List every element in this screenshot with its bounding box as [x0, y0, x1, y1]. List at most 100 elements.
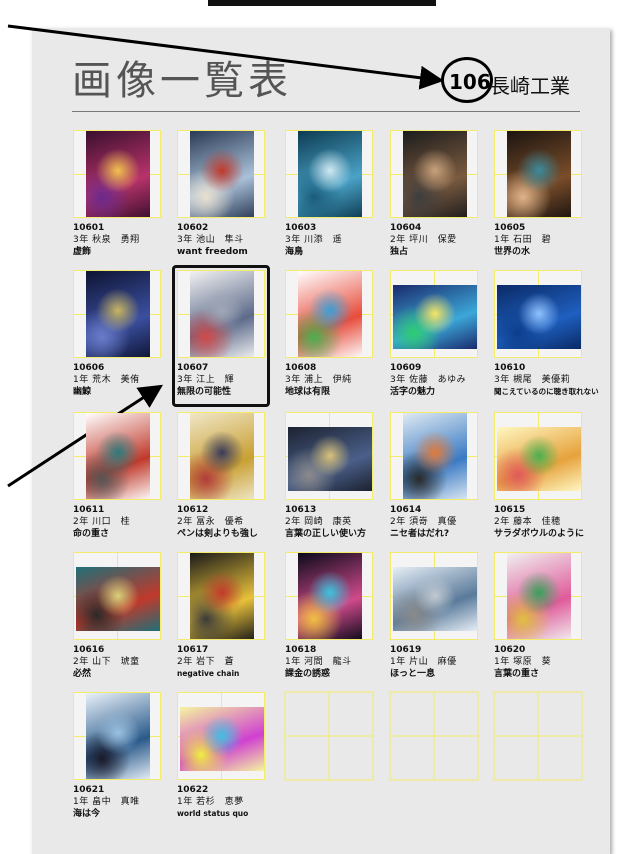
artwork-title: want freedom [177, 247, 248, 257]
student-name: 2年 岡崎 康英 [285, 517, 352, 527]
artwork-image [288, 427, 372, 491]
school-name: 長崎工業 [490, 74, 570, 98]
artwork-caption: 10613 2年 岡崎 康英言葉の正しい使い方 [285, 504, 405, 540]
artwork-cell [177, 692, 265, 788]
artwork-id: 10620 [494, 645, 526, 655]
artwork-thumbnail [494, 270, 582, 358]
artwork-cell [73, 412, 161, 508]
artwork-caption: 10611 2年 川口 桂命の重さ [73, 504, 193, 540]
artwork-id: 10617 [177, 645, 209, 655]
artwork-caption: 10603 3年 川添 遥海鳥 [285, 222, 405, 258]
artwork-cell [390, 552, 478, 648]
artwork-thumbnail [494, 412, 582, 500]
artwork-title: 虚飾 [73, 247, 92, 257]
artwork-cell [285, 130, 373, 226]
artwork-cell [285, 270, 373, 366]
artwork-image [86, 131, 150, 217]
artwork-thumbnail [390, 130, 478, 218]
artwork-image [190, 131, 254, 217]
top-black-bar [208, 0, 436, 6]
artwork-id: 10601 [73, 223, 105, 233]
artwork-id: 10605 [494, 223, 526, 233]
artwork-image [298, 271, 362, 357]
artwork-id: 10602 [177, 223, 209, 233]
artwork-caption: 10615 2年 藤本 佳穂 サラダボウルのように [494, 504, 614, 540]
artwork-title: 言葉の重さ [494, 669, 540, 679]
artwork-cell [494, 130, 582, 226]
artwork-title: 言葉の正しい使い方 [285, 529, 367, 539]
artwork-cell [177, 552, 265, 648]
artwork-caption: 10620 1年 塚原 葵言葉の重さ [494, 644, 614, 680]
student-name: 1年 片山 麻優 [390, 657, 457, 667]
artwork-title: 地球は有限 [285, 387, 331, 397]
artwork-image [86, 271, 150, 357]
student-name: 3年 池山 隼斗 [177, 235, 244, 245]
student-name: 2年 冨永 優希 [177, 517, 244, 527]
artwork-image [403, 413, 467, 499]
artwork-title: サラダボウルのように [494, 529, 585, 539]
artwork-thumbnail [73, 552, 161, 640]
artwork-image [507, 553, 571, 639]
artwork-cell [390, 412, 478, 508]
student-name: 2年 岩下 蒼 [177, 657, 235, 667]
artwork-id: 10603 [285, 223, 317, 233]
student-name: 3年 川添 遥 [285, 235, 343, 245]
artwork-id: 10616 [73, 645, 105, 655]
artwork-image [507, 131, 571, 217]
artwork-image [86, 413, 150, 499]
artwork-cell [177, 270, 265, 366]
artwork-thumbnail [73, 130, 161, 218]
artwork-id: 10614 [390, 505, 422, 515]
artwork-id: 10613 [285, 505, 317, 515]
student-name: 2年 坪川 保愛 [390, 235, 457, 245]
student-name: 2年 須嵜 真優 [390, 517, 457, 527]
artwork-cell [494, 552, 582, 648]
artwork-cell [390, 270, 478, 366]
artwork-thumbnail [73, 692, 161, 780]
artwork-cell [285, 412, 373, 508]
artwork-caption: 10609 3年 佐藤 あゆみ 活字の魅力 [390, 362, 510, 398]
artwork-id: 10618 [285, 645, 317, 655]
artwork-title: world status quo [177, 809, 249, 818]
artwork-cell [494, 270, 582, 366]
artwork-caption: 10621 1年 畠中 真唯 海は今 [73, 784, 193, 820]
artwork-cell [494, 412, 582, 508]
artwork-thumbnail [285, 270, 373, 358]
artwork-image [393, 285, 477, 349]
artwork-caption: 10617 2年 岩下 蒼 negative chain [177, 644, 297, 680]
artwork-title: ペンは剣よりも強し [177, 529, 258, 539]
artwork-image [180, 707, 264, 771]
artwork-title: ニセ者はだれ? [390, 529, 450, 539]
artwork-title: 必然 [73, 669, 92, 679]
artwork-caption: 10604 2年 坪川 保愛 独占 [390, 222, 510, 258]
artwork-id: 10621 [73, 785, 105, 795]
artwork-caption: 10608 3年 浦上 伊純 地球は有限 [285, 362, 405, 398]
artwork-thumbnail [285, 552, 373, 640]
artwork-id: 10608 [285, 363, 317, 373]
artwork-title: 命の重さ [73, 529, 110, 539]
artwork-cell [73, 270, 161, 366]
artwork-caption: 10610 3年 槻尾 美優莉 聞こえているのに聴き取れない [494, 362, 614, 398]
artwork-title: 海は今 [73, 809, 101, 819]
artwork-image [76, 567, 160, 631]
artwork-image [190, 553, 254, 639]
student-name: 3年 槻尾 美優莉 [494, 375, 571, 385]
artwork-thumbnail [390, 412, 478, 500]
artwork-title: ほっと一息 [390, 669, 436, 679]
student-name: 3年 浦上 伊純 [285, 375, 352, 385]
artwork-id: 10615 [494, 505, 526, 515]
artwork-thumbnail [73, 270, 161, 358]
artwork-caption: 10612 2年 冨永 優希 ペンは剣よりも強し [177, 504, 297, 540]
artwork-title: 独占 [390, 247, 409, 257]
student-name: 2年 川口 桂 [73, 517, 131, 527]
artwork-thumbnail [177, 552, 265, 640]
artwork-id: 10609 [390, 363, 422, 373]
artwork-caption: 10618 1年 河間 龍斗 課金の誘惑 [285, 644, 405, 680]
artwork-thumbnail [177, 692, 265, 780]
student-name: 1年 石田 碧 [494, 235, 552, 245]
title-divider [72, 111, 580, 112]
artwork-image [190, 413, 254, 499]
artwork-thumbnail [177, 130, 265, 218]
artwork-title: 課金の誘惑 [285, 669, 331, 679]
artwork-id: 10611 [73, 505, 105, 515]
